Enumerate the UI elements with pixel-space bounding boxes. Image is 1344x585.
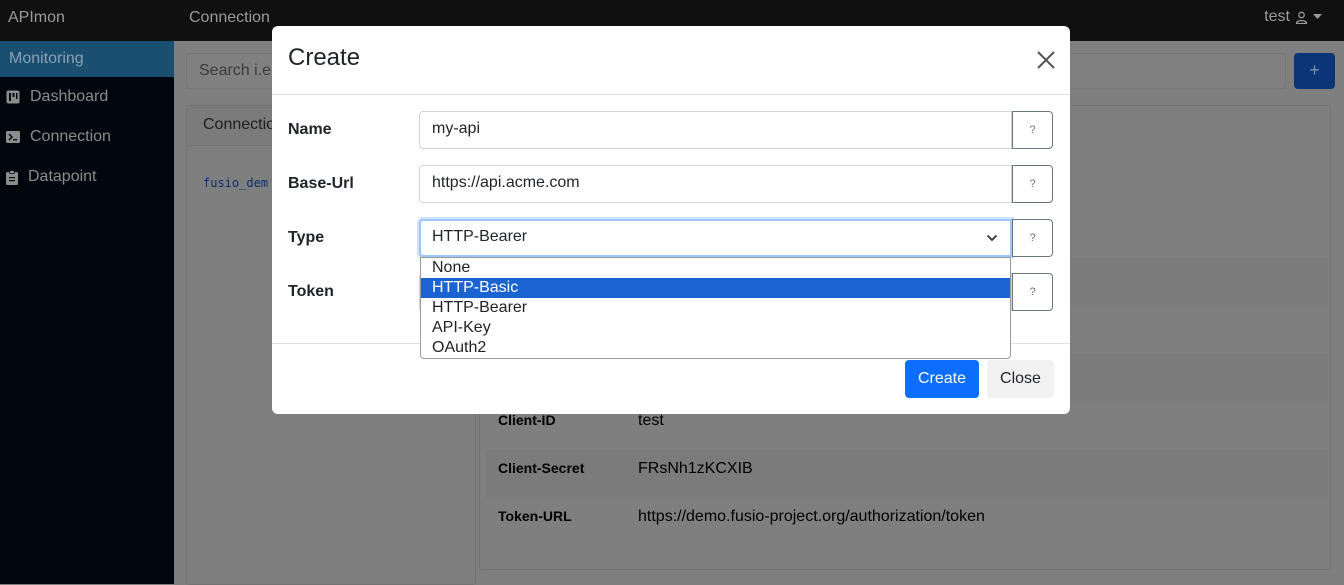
detail-key: Client-Secret [498,460,585,476]
terminal-icon [6,131,20,143]
chevron-down-icon [986,234,998,242]
modal-title: Create [288,44,361,71]
type-select[interactable]: HTTP-Bearer [419,219,1012,257]
type-option-none[interactable]: None [421,258,1010,278]
name-field[interactable]: my-api [419,111,1012,149]
base-url-row: Base-Url https://api.acme.com ? [272,165,1070,205]
user-menu[interactable]: test [1264,8,1322,26]
name-row: Name my-api ? [272,111,1070,151]
sidebar: Monitoring Dashboard Connection Datapoin… [0,41,174,584]
connection-link[interactable]: fusio_dem [203,176,268,190]
sidebar-item-connection[interactable]: Connection [0,117,174,157]
type-option-http-bearer[interactable]: HTTP-Bearer [421,298,1010,318]
caret-down-icon [1313,14,1322,19]
sidebar-item-datapoint[interactable]: Datapoint [0,157,174,197]
type-option-api-key[interactable]: API-Key [421,318,1010,338]
help-button[interactable]: ? [1012,165,1053,203]
base-url-field[interactable]: https://api.acme.com [419,165,1012,203]
detail-row: Token-URL https://demo.fusio-project.org… [486,498,1328,546]
field-label: Base-Url [288,175,354,192]
detail-key: Client-ID [498,412,556,428]
modal-header: Create [272,26,1070,95]
type-option-oauth2[interactable]: OAuth2 [421,338,1010,358]
person-icon [1295,11,1308,24]
type-option-http-basic[interactable]: HTTP-Basic [421,278,1010,298]
field-label: Token [288,283,334,300]
app-brand[interactable]: APImon [8,9,65,27]
field-label: Name [288,121,332,138]
sidebar-section-monitoring[interactable]: Monitoring [0,41,174,77]
close-icon[interactable] [1036,50,1056,70]
sidebar-item-label: Connection [30,128,111,145]
create-button[interactable]: Create [905,360,979,398]
help-button[interactable]: ? [1012,219,1053,257]
type-select-value: HTTP-Bearer [432,228,528,245]
detail-value: FRsNh1zKCXIB [638,460,753,477]
help-button[interactable]: ? [1012,273,1053,311]
sidebar-item-label: Datapoint [28,168,97,185]
close-button[interactable]: Close [987,360,1054,398]
add-button[interactable]: + [1294,53,1335,89]
field-label: Type [288,229,325,246]
clipboard-icon [6,169,18,185]
detail-key: Token-URL [498,508,572,524]
sidebar-item-label: Dashboard [30,88,109,105]
type-dropdown-list: None HTTP-Basic HTTP-Bearer API-Key OAut… [420,257,1011,359]
detail-row: Client-Secret FRsNh1zKCXIB [486,450,1328,498]
user-name: test [1264,8,1290,25]
kanban-icon [6,90,20,104]
breadcrumb: Connection [189,9,270,26]
sidebar-item-dashboard[interactable]: Dashboard [0,77,174,117]
detail-value: https://demo.fusio-project.org/authoriza… [638,508,985,525]
type-row: Type HTTP-Bearer ? [272,219,1070,259]
help-button[interactable]: ? [1012,111,1053,149]
detail-value: test [638,412,664,429]
